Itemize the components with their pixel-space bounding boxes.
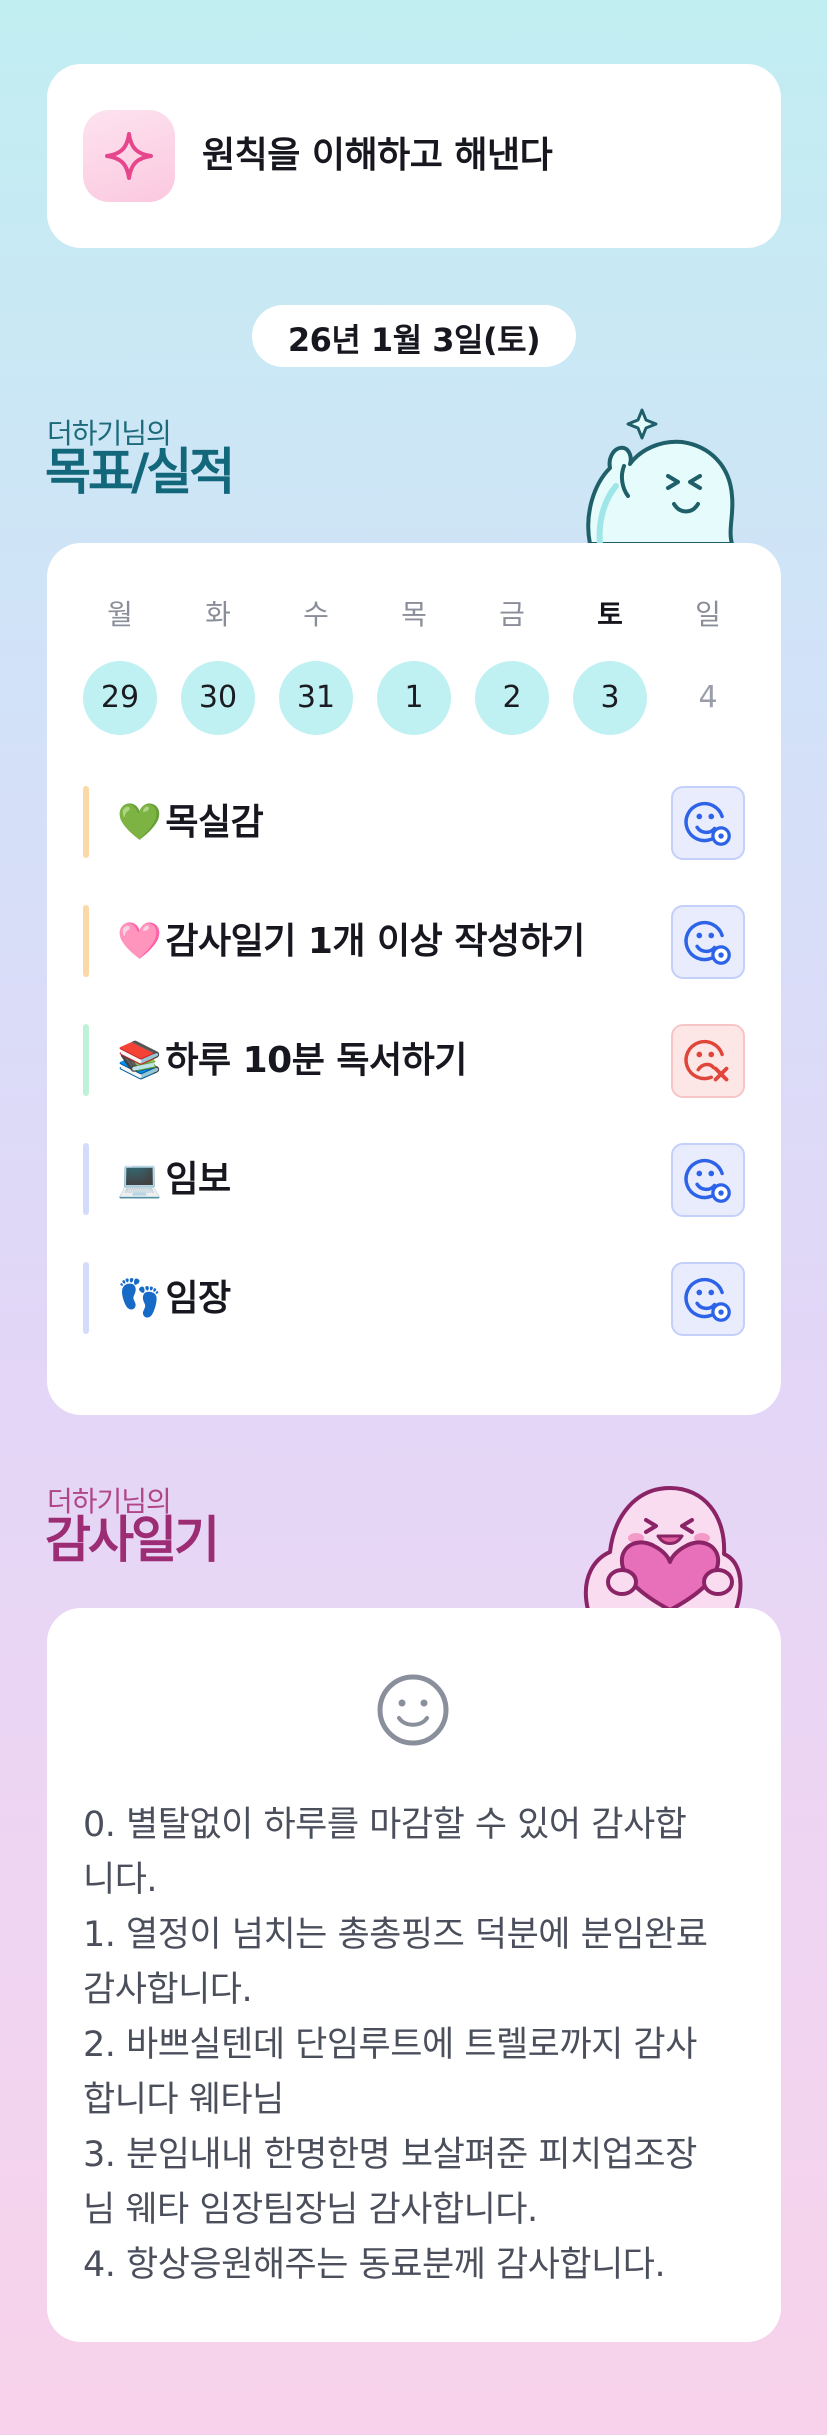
motto-text: 원칙을 이해하고 해낸다 [202,135,553,176]
day-number[interactable]: 30 [181,661,255,735]
gratitude-line: 합니다 웨타님 [83,2080,284,2120]
goal-color-bar [83,1262,89,1334]
goals-card: 월 29 화 30 수 31 목 1 금 2 토 3 일 4 💚 목실감 🩷 감사일기 1개 이상 작성하기 📚 하… [47,543,781,1415]
goal-emoji-icon: 🩷 [117,921,162,962]
goal-color-bar [83,786,89,858]
day-name: 월 [107,598,133,631]
goal-label: 💚 목실감 [117,798,264,848]
goals-section-title: 목표/실적 [45,443,235,501]
gratitude-text: 0. 별탈없이 하루를 마감할 수 있어 감사합니다. 1. 열정이 넘치는 총총… [83,1798,753,2293]
day-name: 토 [597,598,623,631]
day-name: 금 [499,598,525,631]
day-name: 목 [401,598,427,631]
day-number[interactable]: 1 [377,661,451,735]
gratitude-line: 1. 열정이 넘치는 총총핑즈 덕분에 분임완료 [83,1915,708,1955]
goal-success-icon[interactable] [671,1262,745,1336]
goal-row[interactable]: 💚 목실감 [83,784,745,860]
goal-label: 📚 하루 10분 독서하기 [117,1036,467,1086]
mascot-pink-character [583,1486,743,1610]
goal-success-icon[interactable] [671,786,745,860]
day-number[interactable]: 2 [475,661,549,735]
goal-label: 💻 임보 [117,1155,231,1205]
goal-row[interactable]: 👣 임장 [83,1260,745,1336]
goal-row[interactable]: 💻 임보 [83,1141,745,1217]
day-number[interactable]: 4 [671,661,745,735]
gratitude-line: 3. 분임내내 한명한명 보살펴준 피치업조장 [83,2135,697,2175]
goal-label: 🩷 감사일기 1개 이상 작성하기 [117,917,585,967]
goal-color-bar [83,1143,89,1215]
day-name: 화 [205,598,231,631]
goal-success-icon[interactable] [671,1143,745,1217]
goal-label-text: 임장 [165,1278,231,1319]
goal-emoji-icon: 💻 [117,1159,162,1200]
day-number[interactable]: 29 [83,661,157,735]
goal-label-text: 하루 10분 독서하기 [165,1040,467,1081]
goal-emoji-icon: 👣 [117,1278,162,1319]
goal-color-bar [83,1024,89,1096]
gratitude-card: 0. 별탈없이 하루를 마감할 수 있어 감사합니다. 1. 열정이 넘치는 총총… [47,1608,781,2342]
goal-label-text: 목실감 [165,802,264,843]
sparkle-icon [83,110,175,202]
mascot-blue-character [586,408,735,547]
day-name: 일 [695,598,721,631]
week-calendar: 월 29 화 30 수 31 목 1 금 2 토 3 일 4 [83,595,745,735]
goal-emoji-icon: 📚 [117,1040,162,1081]
gratitude-line: 2. 바쁘실텐데 단임루트에 트렐로까지 감사 [83,2025,697,2065]
goal-row[interactable]: 📚 하루 10분 독서하기 [83,1022,745,1098]
date-pill[interactable]: 26년 1월 3일(토) [252,305,576,367]
goal-label-text: 감사일기 1개 이상 작성하기 [165,921,585,962]
gratitude-line: 0. 별탈없이 하루를 마감할 수 있어 감사합 [83,1805,687,1845]
gratitude-line: 니다. [83,1860,158,1900]
goal-fail-icon[interactable] [671,1024,745,1098]
goal-label-text: 임보 [165,1159,231,1200]
gratitude-line: 님 웨타 임장팀장님 감사합니다. [83,2190,538,2230]
goal-label: 👣 임장 [117,1274,231,1324]
gratitude-line: 감사합니다. [83,1970,253,2010]
goal-row[interactable]: 🩷 감사일기 1개 이상 작성하기 [83,903,745,979]
day-number[interactable]: 31 [279,661,353,735]
smile-face-icon [377,1674,449,1746]
goal-color-bar [83,905,89,977]
day-number[interactable]: 3 [573,661,647,735]
gratitude-line: 4. 항상응원해주는 동료분께 감사합니다. [83,2245,666,2285]
gratitude-section-title: 감사일기 [45,1511,220,1569]
day-name: 수 [303,598,329,631]
motto-card: 원칙을 이해하고 해낸다 [47,64,781,248]
goal-success-icon[interactable] [671,905,745,979]
goal-emoji-icon: 💚 [117,802,162,843]
